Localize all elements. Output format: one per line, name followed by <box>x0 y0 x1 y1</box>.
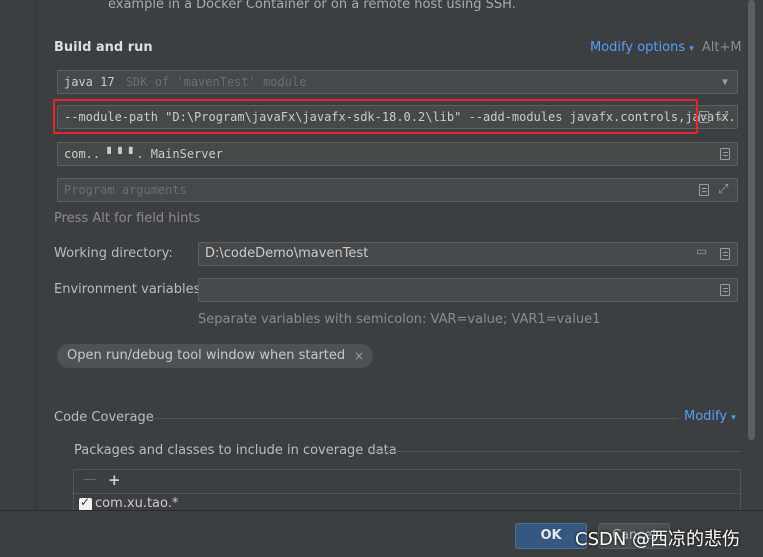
dropdown-arrow-icon: ▼ <box>721 77 729 88</box>
chevron-down-icon: ▾ <box>731 413 736 423</box>
sdk-dropdown[interactable]: java 17 SDK of 'mavenTest' module ▼ <box>57 70 738 94</box>
chevron-down-icon: ▾ <box>689 44 694 54</box>
main-class-field[interactable]: com.. ▘▝ ▘. MainServer <box>57 142 738 166</box>
modify-options-link[interactable]: Modify options ▾ Alt+M <box>590 40 742 55</box>
program-arguments-placeholder: Program arguments <box>64 183 187 197</box>
working-directory-label: Working directory: <box>54 246 173 261</box>
packages-separator <box>370 451 740 452</box>
close-icon[interactable]: × <box>354 344 364 368</box>
remove-icon[interactable]: — <box>83 472 96 487</box>
open-tool-window-chip[interactable]: Open run/debug tool window when started … <box>57 344 374 368</box>
field-hint-text: Press Alt for field hints <box>54 211 201 226</box>
section-title-build-run: Build and run <box>54 40 153 55</box>
document-icon[interactable] <box>720 284 730 296</box>
coverage-modify-link[interactable]: Modify ▾ <box>684 409 736 424</box>
environment-variables-label: Environment variables: <box>54 282 205 297</box>
watermark-text: CSDN @西凉的悲伤 <box>575 529 741 550</box>
main-class-value: com.. ▘▝ ▘. MainServer <box>64 147 223 161</box>
highlight-box <box>53 99 698 134</box>
document-icon[interactable] <box>699 184 709 196</box>
program-arguments-field[interactable]: Program arguments <box>57 178 738 202</box>
sdk-value: java 17 <box>64 75 115 89</box>
chip-label: Open run/debug tool window when started <box>67 348 346 363</box>
row-label: com.xu.tao.* <box>95 496 179 511</box>
browse-class-icon[interactable] <box>720 148 730 160</box>
expand-icon[interactable]: ⤢ <box>718 183 730 196</box>
left-tree-strip <box>0 0 37 510</box>
coverage-packages-label: Packages and classes to include in cover… <box>74 443 397 458</box>
add-icon[interactable]: + <box>108 471 121 489</box>
modify-options-label: Modify options <box>590 40 686 55</box>
run-configuration-panel: example in a Docker Container or on a re… <box>0 0 763 557</box>
table-toolbar: — + <box>74 470 740 494</box>
document-icon[interactable] <box>720 248 730 260</box>
folder-icon[interactable]: ▭ <box>696 244 707 258</box>
sdk-suffix: SDK of 'mavenTest' module <box>125 75 307 89</box>
working-directory-field[interactable]: D:\codeDemo\mavenTest <box>198 242 738 266</box>
section-separator <box>152 418 678 419</box>
environment-variables-hint: Separate variables with semicolon: VAR=v… <box>198 312 601 327</box>
working-directory-value: D:\codeDemo\mavenTest <box>205 246 369 261</box>
document-icon[interactable] <box>699 111 709 123</box>
top-description: example in a Docker Container or on a re… <box>108 0 516 12</box>
section-title-code-coverage: Code Coverage <box>54 410 154 425</box>
expand-icon[interactable]: ⤢ <box>718 110 730 123</box>
modify-options-shortcut: Alt+M <box>701 40 742 55</box>
environment-variables-field[interactable] <box>198 278 738 302</box>
vertical-scrollbar[interactable] <box>748 0 755 440</box>
coverage-modify-label: Modify <box>684 409 728 424</box>
